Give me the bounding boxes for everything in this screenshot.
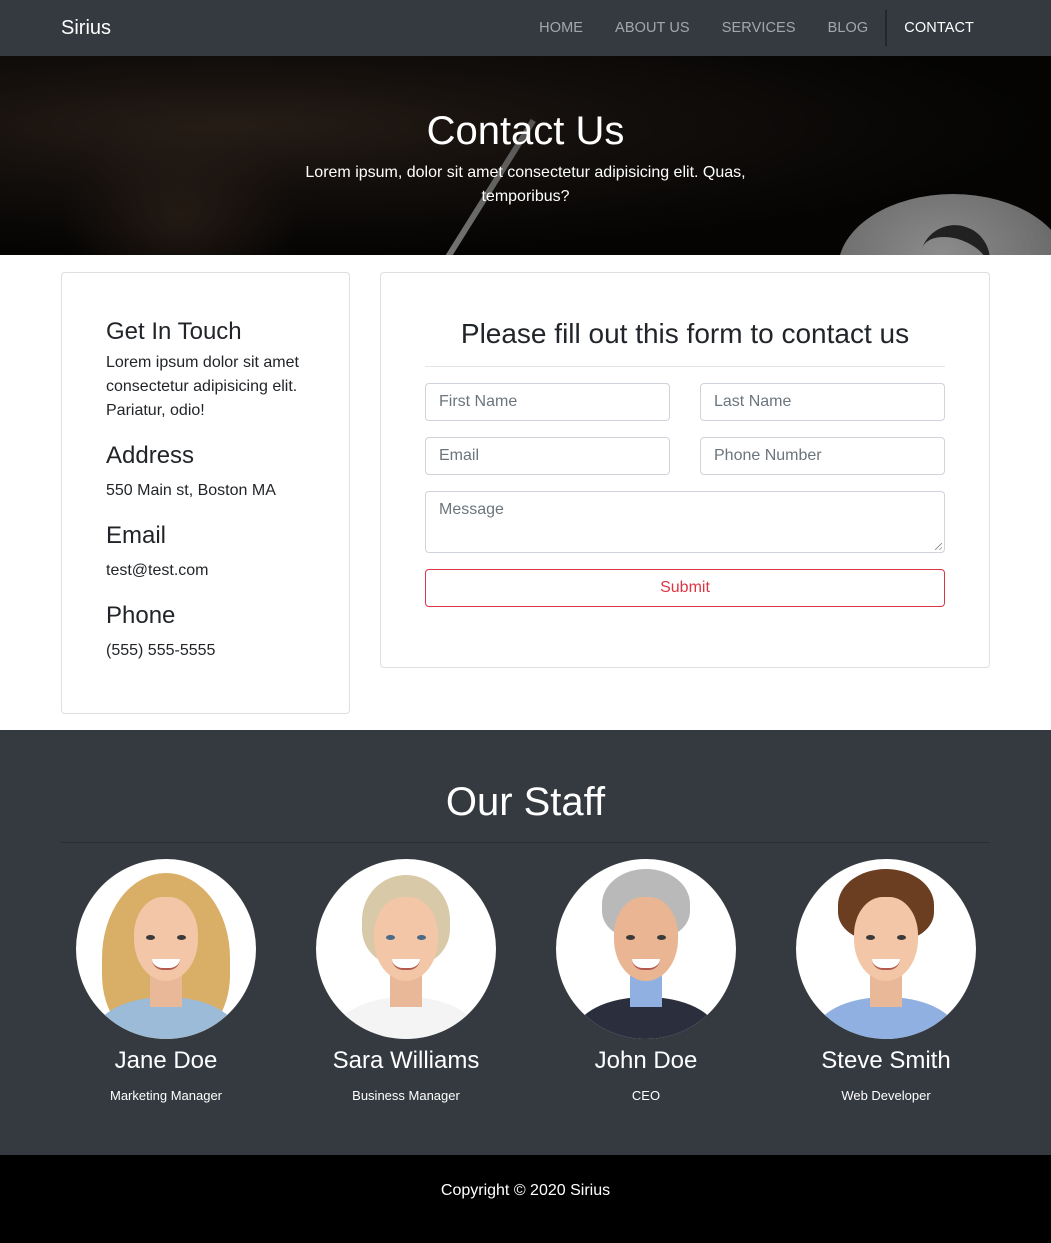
nav-divider: [885, 10, 888, 46]
staff-role: CEO: [631, 1088, 661, 1103]
nav-menu: HOME ABOUT US SERVICES BLOG CONTACT: [523, 0, 990, 56]
staff-card-john: John Doe CEO: [526, 859, 766, 1105]
staff-name: John Doe: [594, 1047, 698, 1074]
email-heading: Email: [106, 522, 167, 549]
nav-link-services[interactable]: SERVICES: [706, 0, 812, 56]
footer: Copyright © 2020 Sirius: [0, 1155, 1051, 1243]
contact-form-card: Please fill out this form to contact us …: [380, 272, 990, 668]
avatar: [316, 859, 496, 1039]
contact-info-body: Get In Touch Lorem ipsum dolor sit amet …: [106, 317, 316, 663]
staff-divider: [61, 842, 990, 843]
staff-role: Marketing Manager: [110, 1088, 222, 1103]
hero-subtitle: Lorem ipsum, dolor sit amet consectetur …: [305, 164, 746, 205]
address-heading: Address: [106, 442, 195, 469]
nav-link-about[interactable]: ABOUT US: [599, 0, 706, 56]
form-divider: [425, 366, 945, 367]
navbar: Sirius HOME ABOUT US SERVICES BLOG CONTA…: [0, 0, 1051, 56]
nav-link-home[interactable]: HOME: [523, 0, 599, 56]
email-text: test@test.com: [106, 562, 209, 579]
nav-link-blog[interactable]: BLOG: [812, 0, 885, 56]
staff-section: Our Staff Jane Doe Marketing Manager Sar…: [0, 730, 1051, 1155]
resize-handle-icon[interactable]: [935, 543, 942, 550]
submit-button[interactable]: Submit: [425, 569, 945, 607]
nav-link-contact[interactable]: CONTACT: [888, 0, 990, 56]
get-in-touch-heading: Get In Touch: [106, 318, 242, 345]
avatar-eye: [626, 935, 635, 940]
copyright-text: Copyright © 2020 Sirius: [440, 1182, 611, 1199]
staff-role: Business Manager: [352, 1088, 460, 1103]
staff-card-sara: Sara Williams Business Manager: [286, 859, 526, 1105]
avatar-eye: [417, 935, 426, 940]
avatar-eye: [657, 935, 666, 940]
avatar: [76, 859, 256, 1039]
avatar: [556, 859, 736, 1039]
message-textarea[interactable]: Message: [425, 491, 945, 553]
avatar-eye: [177, 935, 186, 940]
contact-info-card: Get In Touch Lorem ipsum dolor sit amet …: [61, 272, 350, 714]
form-title: Please fill out this form to contact us: [460, 318, 910, 349]
staff-name: Steve Smith: [821, 1047, 951, 1074]
avatar: [796, 859, 976, 1039]
staff-card-jane: Jane Doe Marketing Manager: [46, 859, 286, 1105]
staff-role: Web Developer: [841, 1088, 931, 1103]
hero-banner: [0, 56, 1051, 255]
hero-overlay: [0, 56, 1051, 255]
message-placeholder: Message: [439, 501, 504, 518]
first-name-input[interactable]: First Name: [425, 383, 670, 421]
get-in-touch-text: Lorem ipsum dolor sit amet consectetur a…: [106, 354, 299, 419]
address-text: 550 Main st, Boston MA: [106, 482, 276, 499]
phone-text: (555) 555-5555: [106, 642, 216, 659]
phone-input[interactable]: Phone Number: [700, 437, 945, 475]
avatar-eye: [897, 935, 906, 940]
avatar-eye: [146, 935, 155, 940]
avatar-eye: [386, 935, 395, 940]
staff-name: Jane Doe: [114, 1047, 218, 1074]
staff-title: Our Staff: [445, 780, 606, 824]
staff-card-steve: Steve Smith Web Developer: [766, 859, 1006, 1105]
email-input[interactable]: Email: [425, 437, 670, 475]
last-name-input[interactable]: Last Name: [700, 383, 945, 421]
avatar-eye: [866, 935, 875, 940]
staff-name: Sara Williams: [332, 1047, 480, 1074]
hero-title: Contact Us: [426, 109, 625, 153]
phone-heading: Phone: [106, 602, 176, 629]
brand-logo[interactable]: Sirius: [61, 15, 111, 41]
